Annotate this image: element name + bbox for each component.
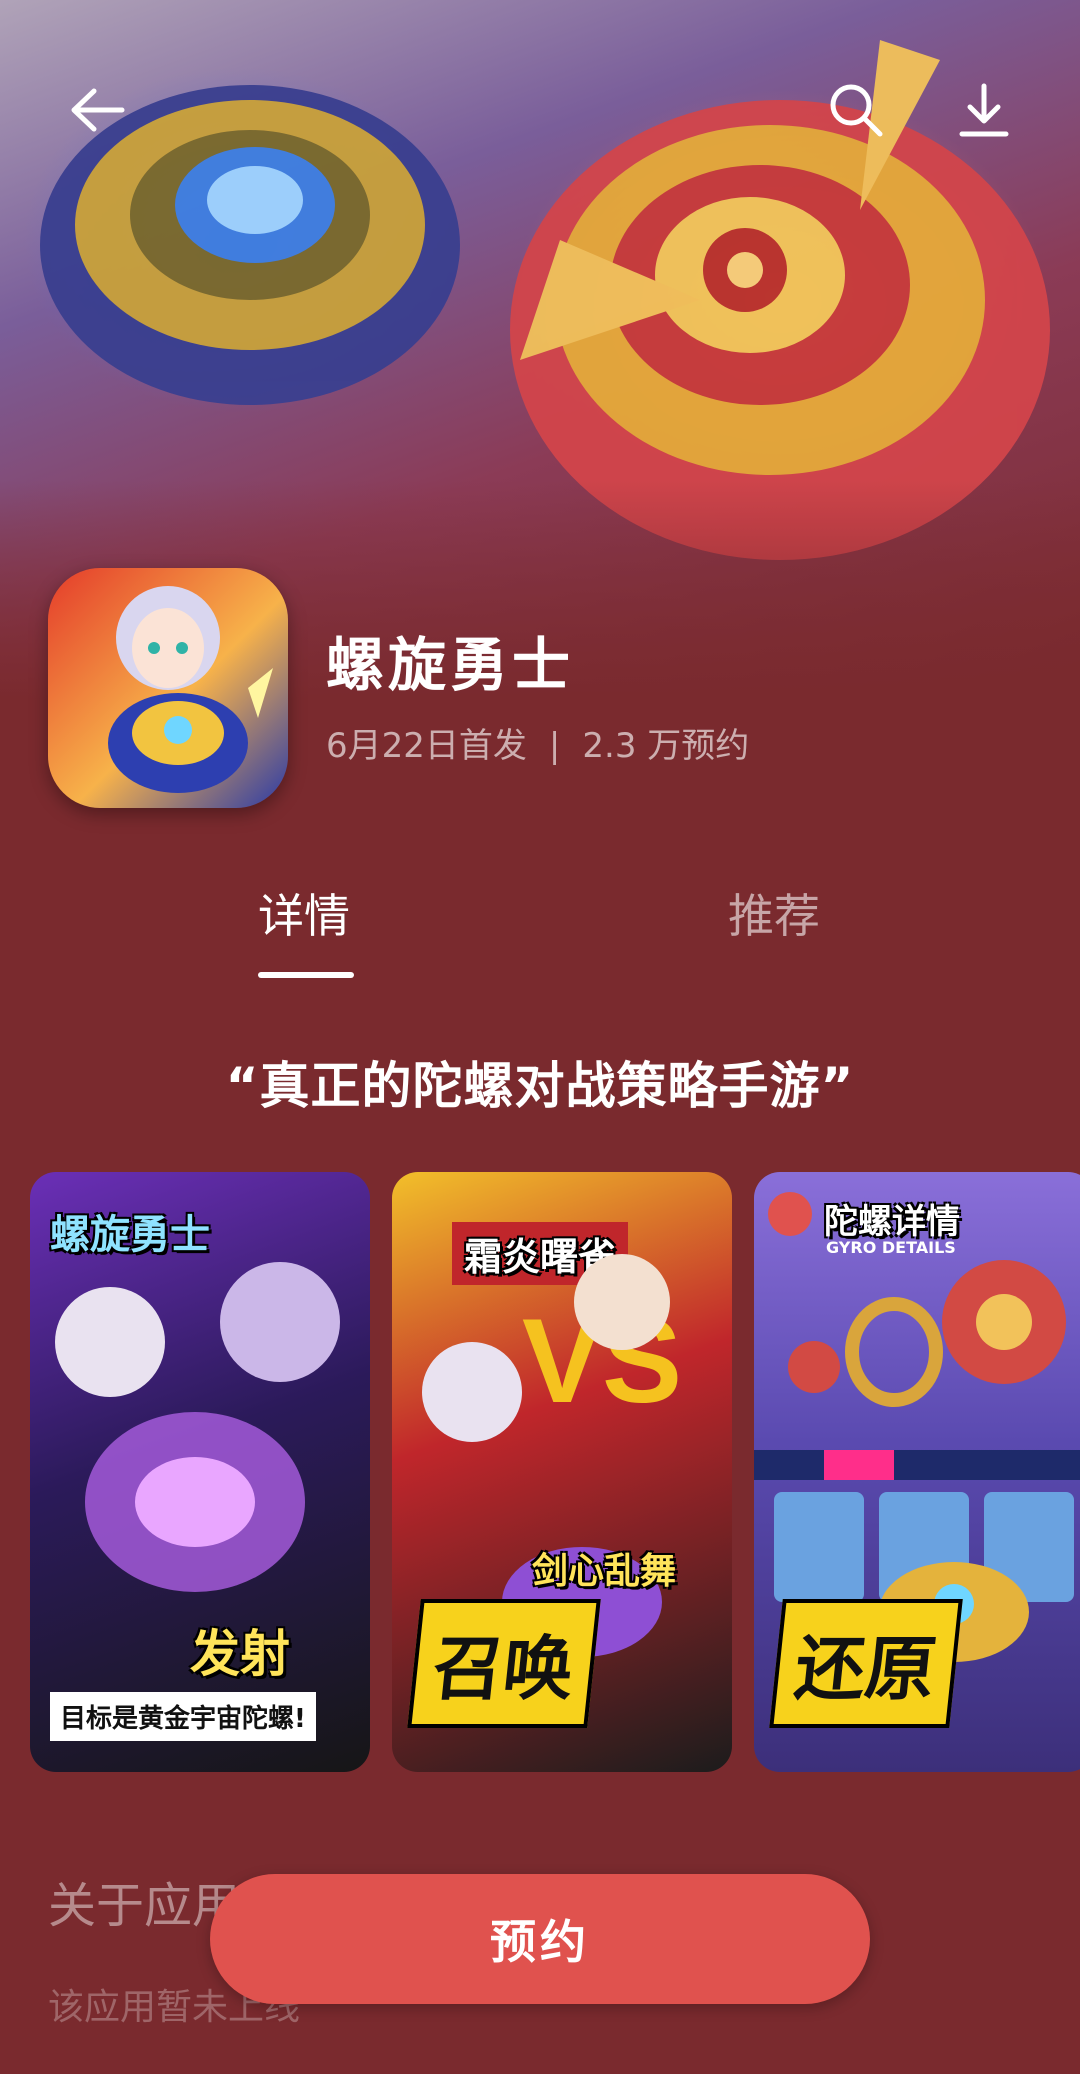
screenshot-2[interactable]: 霜炎曙雀 VS 剑心乱舞 召唤 [392, 1172, 732, 1772]
tab-active-indicator [258, 972, 354, 978]
app-meta: 6月22日首发 | 2.3 万预约 [326, 718, 749, 767]
screenshot-2-subtitle: 剑心乱舞 [532, 1551, 677, 1592]
tab-recommend[interactable]: 推荐 [728, 880, 820, 946]
search-icon [830, 84, 883, 137]
app-title: 螺旋勇士 [326, 631, 575, 699]
reserve-button[interactable]: 预约 [210, 1874, 870, 2004]
tab-details[interactable]: 详情 [258, 880, 350, 946]
download-button[interactable] [944, 70, 1024, 150]
download-icon [959, 83, 1009, 137]
tagline: “真正的陀螺对战策略手游” [225, 1057, 855, 1115]
app-icon-art [108, 586, 273, 793]
screenshot-3[interactable]: 陀螺详情 GYRO DETAILS 还原 [754, 1172, 1080, 1772]
screenshot-1[interactable]: 螺旋勇士 发射 目标是黄金宇宙陀螺! [30, 1172, 370, 1772]
search-button[interactable] [816, 70, 896, 150]
screenshot-carousel[interactable]: 螺旋勇士 发射 目标是黄金宇宙陀螺! 霜炎曙雀 VS 剑心乱舞 召唤 陀螺详情 … [0, 1172, 1080, 1774]
screenshot-1-launch: 发射 [190, 1625, 290, 1683]
meta-separator: | [548, 726, 561, 766]
app-icon [48, 568, 288, 808]
screenshot-3-restore: 还原 [769, 1599, 963, 1728]
reservation-count: 2.3 万预约 [582, 726, 750, 766]
release-date: 6月22日首发 [326, 726, 527, 766]
back-button[interactable] [56, 70, 136, 150]
screenshot-1-subtitle: 目标是黄金宇宙陀螺! [50, 1692, 316, 1741]
screenshot-2-summon: 召唤 [407, 1599, 601, 1728]
arrow-left-icon [71, 88, 125, 132]
